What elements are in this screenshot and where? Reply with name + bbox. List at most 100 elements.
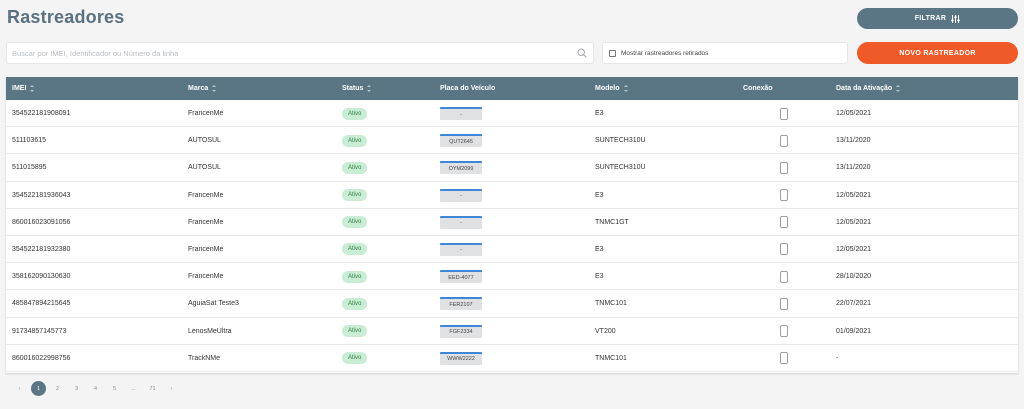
column-header-modelo[interactable]: Modelo [595,77,629,100]
cell-status: Ativo [342,318,368,345]
license-plate: - [440,107,482,120]
trackers-table: IMEI Marca Status Placa do Veículo Model… [6,77,1018,373]
next-page-button[interactable]: › [162,381,181,396]
cell-conexao [780,345,788,372]
column-header-status[interactable]: Status [342,77,372,100]
phone-icon [780,134,788,147]
cell-imei: 358162090130630 [12,273,71,281]
cell-conexao [780,318,788,345]
cell-imei: 860016023091056 [12,218,71,226]
cell-placa: FGF2334 [440,318,482,345]
show-retired-checkbox[interactable] [609,49,616,57]
cell-modelo: TNMC1GT [595,218,629,226]
cell-placa: EED-4077 [440,263,482,290]
cell-placa: OYM2099 [440,154,482,181]
license-plate: QUT2645 [440,134,482,148]
new-tracker-button-label: NOVO RASTREADOR [899,49,976,57]
cell-marca: AUTOSUL [188,137,221,145]
status-badge: Ativo [342,352,368,365]
page-button[interactable]: 3 [67,381,86,396]
phone-icon [780,270,788,283]
page-button[interactable]: 5 [105,381,124,396]
show-retired-toggle[interactable]: Mostrar rastreadores retirados [602,42,848,64]
table-row[interactable]: 511103615 AUTOSUL Ativo QUT2645 SUNTECH310U 1… [6,127,1018,155]
cell-marca: LenosMeUltra [188,327,232,335]
phone-icon [780,243,788,256]
page-button[interactable]: 2 [48,381,67,396]
column-header-data-ativacao[interactable]: Data da Ativação [836,77,901,100]
column-header-placa: Placa do Veículo [440,85,496,92]
cell-conexao [780,127,788,154]
cell-imei: 860016022998756 [12,354,71,362]
table-row[interactable]: 354522181932380 FrancenMe Ativo - E3 12/05/20… [6,236,1018,264]
phone-icon [780,352,788,365]
license-plate: EED-4077 [440,270,482,284]
search-icon[interactable] [577,48,587,58]
cell-imei: 354522181908091 [12,110,71,117]
cell-modelo: SUNTECH310U [595,164,646,172]
cell-marca: FrancenMe [188,273,224,281]
cell-placa: FER2107 [440,290,482,317]
pagination-ellipsis[interactable]: ... [124,381,143,396]
prev-page-button[interactable]: ‹ [10,381,29,396]
license-plate: OYM2099 [440,161,482,175]
column-header-imei[interactable]: IMEI [12,77,35,100]
table-row[interactable]: 358162090130630 FrancenMe Ativo EED-4077 E3 2… [6,263,1018,291]
cell-marca: FrancenMe [188,245,224,253]
show-retired-label: Mostrar rastreadores retirados [621,49,709,57]
table-row[interactable]: 485847894215645 AguiaSat Teste3 Ativo FER21… [6,290,1018,318]
sort-icon[interactable] [30,85,35,92]
cell-marca: AguiaSat Teste3 [188,300,239,308]
cell-conexao [780,182,788,209]
cell-modelo: TNMC101 [595,354,627,362]
cell-imei: 354522181932380 [12,245,71,253]
status-badge: Ativo [342,134,368,147]
cell-marca: FrancenMe [188,218,224,226]
page-button[interactable]: 4 [86,381,105,396]
license-plate: WWW2222 [440,351,482,365]
cell-status: Ativo [342,290,368,317]
cell-data-ativacao: 12/05/2021 [836,191,872,199]
table-row[interactable]: 511015895 AUTOSUL Ativo OYM2099 SUNTECH310U 1… [6,154,1018,182]
sort-icon[interactable] [367,85,372,92]
cell-imei: 511103615 [12,137,46,145]
status-badge: Ativo [342,107,368,120]
table-row[interactable]: 860016023091056 FrancenMe Ativo - TNMC1GT 12/… [6,209,1018,236]
table-header: IMEI Marca Status Placa do Veículo Model… [6,77,1018,100]
table-row[interactable]: 354522181936043 FrancenMe Ativo - E3 12/05/20… [6,182,1018,209]
table-row[interactable]: 354522181908091 FrancenMe Ativo - E3 12/05/20… [6,100,1018,128]
cell-modelo: E3 [595,191,604,199]
phone-icon [780,325,788,337]
status-badge: Ativo [342,270,368,283]
column-header-marca[interactable]: Marca [188,77,217,100]
status-badge: Ativo [342,297,368,310]
cell-data-ativacao: 13/11/2020 [836,164,871,172]
search-input[interactable] [7,43,567,64]
cell-conexao [780,290,788,317]
table-row[interactable]: 860016022998756 TrackNMe Ativo WWW2222 TNMC1… [6,345,1018,372]
cell-modelo: TNMC101 [595,300,627,308]
sliders-icon [951,14,960,23]
cell-data-ativacao: 22/07/2021 [836,300,872,308]
sort-icon[interactable] [623,85,629,92]
license-plate: FER2107 [440,297,482,311]
sort-icon[interactable] [212,85,217,92]
cell-conexao [780,263,788,290]
page-button[interactable]: 1 [31,381,46,396]
cell-status: Ativo [342,154,368,181]
cell-data-ativacao: 12/05/2021 [836,245,872,253]
table-row[interactable]: 91734857145773 LenosMeUltra Ativo FGF2334 VT… [6,318,1018,345]
status-badge: Ativo [342,161,368,174]
cell-conexao [780,154,788,181]
phone-icon [780,107,788,120]
new-tracker-button[interactable]: NOVO RASTREADOR [857,42,1018,64]
filter-button[interactable]: FILTRAR [857,8,1018,29]
sort-icon[interactable] [896,85,901,92]
cell-marca: FrancenMe [188,110,224,117]
table-body: 354522181908091 FrancenMe Ativo - E3 12/05/20… [6,100,1018,372]
status-badge: Ativo [342,189,368,202]
cell-imei: 91734857145773 [12,327,67,335]
page-button[interactable]: 71 [143,381,162,396]
license-plate: FGF2334 [440,324,482,338]
cell-placa: QUT2645 [440,127,482,154]
